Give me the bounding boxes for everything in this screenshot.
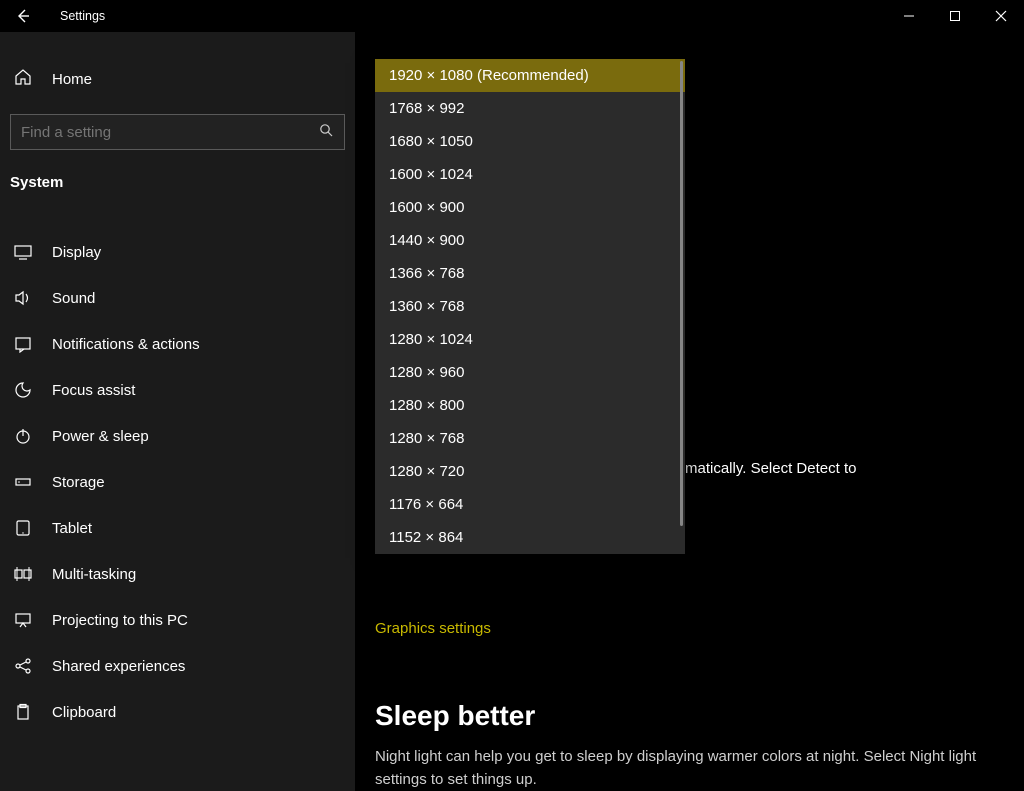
maximize-button[interactable] xyxy=(932,0,978,32)
minimize-button[interactable] xyxy=(886,0,932,32)
window-title: Settings xyxy=(46,9,105,23)
sidebar-item-notifications[interactable]: Notifications & actions xyxy=(0,321,355,367)
graphics-settings-link[interactable]: Graphics settings xyxy=(375,620,491,637)
dropdown-scrollbar[interactable] xyxy=(680,61,683,526)
home-label: Home xyxy=(52,71,92,88)
tablet-icon xyxy=(14,519,32,537)
resolution-option[interactable]: 1280 × 720 xyxy=(375,455,685,488)
sidebar-item-projecting[interactable]: Projecting to this PC xyxy=(0,597,355,643)
sidebar-item-label: Notifications & actions xyxy=(52,336,200,353)
resolution-option[interactable]: 1360 × 768 xyxy=(375,290,685,323)
projecting-icon xyxy=(14,611,32,629)
back-button[interactable] xyxy=(0,0,46,32)
sidebar-item-shared-experiences[interactable]: Shared experiences xyxy=(0,643,355,689)
resolution-option[interactable]: 1920 × 1080 (Recommended) xyxy=(375,59,685,92)
notifications-icon xyxy=(14,335,32,353)
resolution-option[interactable]: 1680 × 1050 xyxy=(375,125,685,158)
power-icon xyxy=(14,427,32,445)
sidebar-item-sound[interactable]: Sound xyxy=(0,275,355,321)
sidebar-item-label: Sound xyxy=(52,290,95,307)
background-text-fragment: matically. Select Detect to xyxy=(685,460,856,477)
sidebar-item-label: Projecting to this PC xyxy=(52,612,188,629)
storage-icon xyxy=(14,473,32,491)
nav-list: Display Sound Notifications & actions Fo… xyxy=(0,229,355,735)
sidebar-item-label: Display xyxy=(52,244,101,261)
shared-icon xyxy=(14,657,32,675)
search-input[interactable] xyxy=(21,124,319,141)
sleep-better-title: Sleep better xyxy=(375,700,535,732)
sidebar-item-label: Tablet xyxy=(52,520,92,537)
resolution-option[interactable]: 1366 × 768 xyxy=(375,257,685,290)
clipboard-icon xyxy=(14,703,32,721)
resolution-option[interactable]: 1280 × 960 xyxy=(375,356,685,389)
resolution-option[interactable]: 1280 × 768 xyxy=(375,422,685,455)
sidebar-item-focus-assist[interactable]: Focus assist xyxy=(0,367,355,413)
home-nav[interactable]: Home xyxy=(0,58,355,100)
sidebar-item-tablet[interactable]: Tablet xyxy=(0,505,355,551)
home-icon xyxy=(14,68,32,90)
maximize-icon xyxy=(949,10,961,22)
sound-icon xyxy=(14,289,32,307)
resolution-option[interactable]: 1600 × 1024 xyxy=(375,158,685,191)
resolution-option[interactable]: 1280 × 800 xyxy=(375,389,685,422)
resolution-option[interactable]: 1152 × 864 xyxy=(375,521,685,554)
minimize-icon xyxy=(903,10,915,22)
sidebar-item-clipboard[interactable]: Clipboard xyxy=(0,689,355,735)
sidebar-item-multitasking[interactable]: Multi-tasking xyxy=(0,551,355,597)
sidebar-item-power-sleep[interactable]: Power & sleep xyxy=(0,413,355,459)
resolution-option[interactable]: 1280 × 1024 xyxy=(375,323,685,356)
sidebar-item-storage[interactable]: Storage xyxy=(0,459,355,505)
sleep-better-body: Night light can help you get to sleep by… xyxy=(375,746,1004,791)
resolution-dropdown[interactable]: 1920 × 1080 (Recommended) 1768 × 992 168… xyxy=(375,59,685,554)
search-icon xyxy=(319,123,334,141)
sidebar: Home System Display Sound Notifications … xyxy=(0,32,355,791)
category-label: System xyxy=(0,150,355,199)
system-buttons xyxy=(886,0,1024,32)
sidebar-item-display[interactable]: Display xyxy=(0,229,355,275)
resolution-option[interactable]: 1768 × 992 xyxy=(375,92,685,125)
sidebar-item-label: Storage xyxy=(52,474,105,491)
search-box[interactable] xyxy=(10,114,345,150)
title-bar: Settings xyxy=(0,0,1024,32)
close-button[interactable] xyxy=(978,0,1024,32)
sidebar-item-label: Power & sleep xyxy=(52,428,149,445)
resolution-option[interactable]: 1600 × 900 xyxy=(375,191,685,224)
focus-assist-icon xyxy=(14,381,32,399)
sidebar-item-label: Focus assist xyxy=(52,382,135,399)
content-area: matically. Select Detect to 1920 × 1080 … xyxy=(355,32,1024,791)
sidebar-item-label: Clipboard xyxy=(52,704,116,721)
sidebar-item-label: Multi-tasking xyxy=(52,566,136,583)
close-icon xyxy=(995,10,1007,22)
sidebar-item-label: Shared experiences xyxy=(52,658,185,675)
arrow-left-icon xyxy=(15,8,31,24)
resolution-option[interactable]: 1176 × 664 xyxy=(375,488,685,521)
resolution-option[interactable]: 1440 × 900 xyxy=(375,224,685,257)
multitasking-icon xyxy=(14,565,32,583)
display-icon xyxy=(14,243,32,261)
